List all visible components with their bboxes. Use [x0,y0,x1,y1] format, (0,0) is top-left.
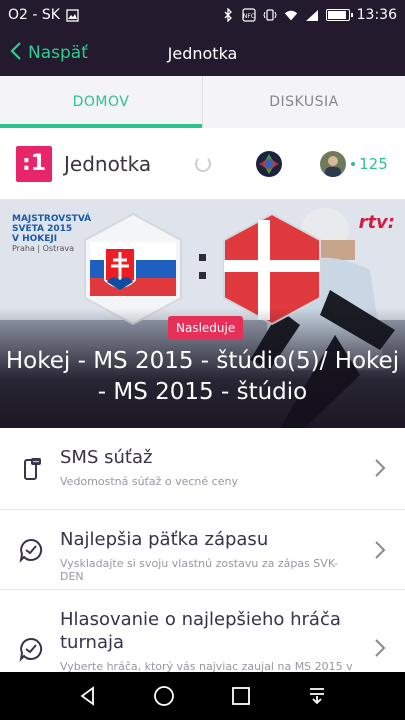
carrier-label: O2 - SK [8,7,60,23]
nav-home-icon[interactable] [150,682,178,710]
chat-check-icon [18,636,44,662]
item-subtitle: Vyskladajte si svoju vlastnú zostavu za … [60,557,338,583]
phone-sms-icon [18,456,44,482]
tab-diskusia[interactable]: DISKUSIA [202,76,405,128]
item-subtitle: Vedomostná súťaž o vecné ceny [60,475,238,488]
wifi-icon [284,8,298,22]
item-title: Hlasovanie o najlepšieho hráča turnaja [60,609,341,653]
gallery-notification-icon [66,8,80,22]
app-bar: Naspäť Jednotka [0,30,405,76]
feature-list: SMS súťaž Vedomostná súťaž o vecné ceny … [0,428,405,672]
bluetooth-icon [221,8,235,22]
online-dot-icon [351,161,356,166]
list-item-vote[interactable]: Hlasovanie o najlepšieho hráča turnaja V… [0,590,405,672]
item-subtitle: Vyberte hráča, ktorý vás najviac zaujal … [60,660,353,672]
tab-domov[interactable]: DOMOV [0,76,202,128]
signal-icon [305,8,319,22]
back-label: Naspäť [28,43,88,63]
chevron-right-icon [373,457,387,479]
nav-notifications-icon[interactable] [303,682,331,710]
user-avatar[interactable] [320,150,347,177]
back-button[interactable]: Naspäť [10,30,88,76]
channel-logo: :1 [16,145,52,182]
nfc-icon: NFC [242,8,256,22]
nav-back-icon[interactable] [74,682,102,710]
clock: 13:36 [356,7,397,23]
event-logo-text: MAJSTROVSTVÁ SVETA 2015 V HOKEJI Praha |… [12,214,92,253]
broadcaster-logo: rtv: [358,212,395,233]
channel-name: Jednotka [64,151,152,176]
viewer-count: 125 [351,155,388,173]
loading-spinner-icon [195,155,212,172]
hero-banner[interactable]: MAJSTROVSTVÁ SVETA 2015 V HOKEJI Praha |… [0,200,405,428]
list-item-sms[interactable]: SMS súťaž Vedomostná súťaž o vecné ceny [0,428,405,510]
viewer-count-value: 125 [359,154,388,173]
chat-check-icon [18,537,44,563]
item-title: Najlepšia päťka zápasu [60,529,269,550]
chevron-right-icon [373,637,387,659]
status-badge: Nasleduje [168,316,244,340]
chevron-left-icon [10,41,22,66]
tab-bar: DOMOV DISKUSIA [0,76,405,128]
item-title: SMS súťaž [60,447,153,468]
system-nav-bar [0,672,405,720]
nav-recents-icon[interactable] [227,682,255,710]
status-bar: O2 - SK NFC 13:36 [0,0,405,30]
list-item-best-five[interactable]: Najlepšia päťka zápasu Vyskladajte si sv… [0,510,405,590]
chevron-right-icon [373,539,387,561]
battery-icon [325,9,353,21]
team-logo-icon[interactable] [255,150,283,178]
vibrate-icon [263,8,277,22]
svg-text:NFC: NFC [243,13,255,20]
program-title: Hokej - MS 2015 - štúdio(5)/ Hokej - MS … [5,348,400,405]
channel-header: :1 Jednotka 125 [0,128,405,200]
